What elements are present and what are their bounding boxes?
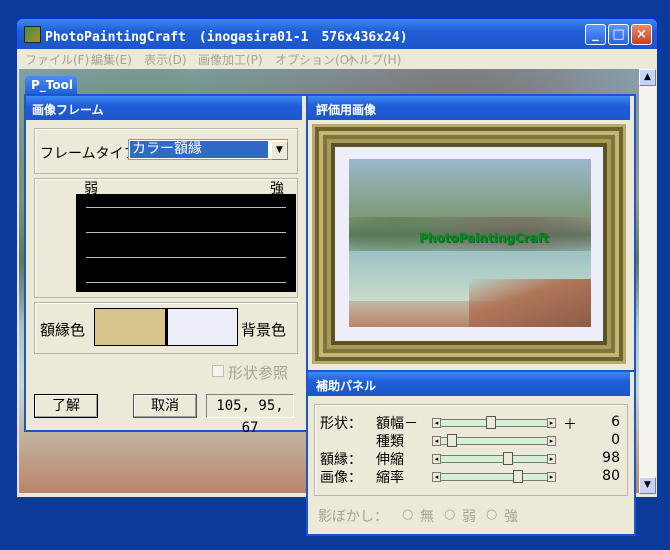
stretch-slider[interactable]: ◂ ▸: [432, 452, 556, 465]
image-group-label: 画像：: [320, 470, 362, 486]
frame-color-label: 額縁色: [40, 321, 86, 339]
slider-thumb[interactable]: [513, 470, 523, 483]
frame-color-swatch[interactable]: [94, 308, 166, 346]
slider-right-arrow-icon[interactable]: ▸: [547, 418, 556, 428]
strength-pattern-panel[interactable]: [76, 194, 296, 292]
color-value-readout: 105, 95, 67: [206, 394, 294, 436]
aux-titlebar[interactable]: 補助パネル: [308, 372, 630, 396]
menu-image-process[interactable]: 画像加工(P): [198, 51, 263, 68]
slider-left-arrow-icon[interactable]: ◂: [432, 454, 441, 464]
blur-option-none-label: 無: [420, 509, 434, 525]
frame-dialog-title: 画像フレーム: [32, 103, 104, 117]
preview-titlebar[interactable]: 評価用画像: [308, 96, 630, 120]
vertical-scrollbar[interactable]: ▲ ▼: [639, 69, 656, 494]
minimize-button[interactable]: _: [585, 24, 606, 45]
stretch-value: 98: [602, 450, 620, 466]
blur-option-strong-label: 強: [504, 509, 518, 525]
aux-panel: 補助パネル 形状： 額幅－ ◂ ▸ ＋ 6 種類 ◂ ▸ 0 額縁： 伸縮 ◂ …: [306, 370, 636, 536]
frame-type-selected-value: カラー額縁: [130, 141, 268, 158]
strength-line: [86, 207, 286, 208]
slider-right-arrow-icon[interactable]: ▸: [547, 436, 556, 446]
preview-window: 評価用画像 PhotoPaintingCraft: [306, 94, 636, 374]
scale-label: 縮率: [376, 470, 404, 486]
chevron-down-icon[interactable]: ▼: [271, 141, 288, 160]
frame-dialog: 画像フレーム フレームタイプ： カラー額縁 ▼ 弱 強 額縁色 背景色 形状参照…: [24, 94, 308, 436]
maximize-button[interactable]: □: [608, 24, 629, 45]
frame-type-row-label: 種類: [376, 434, 404, 450]
frame-type-select[interactable]: カラー額縁 ▼: [128, 139, 288, 160]
scroll-up-button[interactable]: ▲: [639, 69, 656, 86]
main-titlebar[interactable]: PhotoPaintingCraft (inogasira01-1 576x43…: [17, 19, 657, 49]
menu-edit[interactable]: 編集(E): [91, 51, 132, 68]
strength-line: [86, 232, 286, 233]
slider-left-arrow-icon[interactable]: ◂: [432, 418, 441, 428]
shape-ref-label: 形状参照: [228, 364, 289, 382]
frame-kind-value: 0: [611, 432, 620, 448]
slider-thumb[interactable]: [503, 452, 513, 465]
scale-slider[interactable]: ◂ ▸: [432, 470, 556, 483]
blur-option-weak-label: 弱: [462, 509, 476, 525]
blur-radio-strong[interactable]: ○: [486, 507, 497, 522]
ok-button-label: 了解: [52, 398, 80, 414]
frame-width-label: 額幅－: [376, 416, 418, 432]
blur-radio-weak[interactable]: ○: [444, 507, 455, 522]
scroll-down-button[interactable]: ▼: [639, 477, 656, 494]
blur-radio-none[interactable]: ○: [402, 507, 413, 522]
shape-ref-checkbox[interactable]: [212, 365, 224, 377]
preview-image-bank: [469, 279, 591, 327]
close-button[interactable]: ×: [631, 24, 652, 45]
app-icon: [24, 26, 41, 43]
frame-width-plus: ＋: [563, 417, 577, 433]
cancel-button[interactable]: 取消: [133, 394, 197, 418]
strength-line: [86, 282, 286, 283]
ok-button[interactable]: 了解: [34, 394, 98, 418]
frame-group-label: 額縁：: [320, 452, 362, 468]
ptool-tab[interactable]: P_Tool: [25, 76, 77, 94]
frame-width-value: 6: [611, 414, 620, 430]
preview-frame: PhotoPaintingCraft: [312, 124, 626, 364]
slider-right-arrow-icon[interactable]: ▸: [547, 472, 556, 482]
scale-value: 80: [602, 468, 620, 484]
frame-kind-slider[interactable]: ◂ ▸: [432, 434, 556, 447]
shape-group-label: 形状：: [320, 416, 362, 432]
menu-file[interactable]: ファイル(F): [25, 51, 89, 68]
blur-label: 影ぼかし：: [318, 509, 388, 525]
stretch-label: 伸縮: [376, 452, 404, 468]
frame-width-slider[interactable]: ◂ ▸: [432, 416, 556, 429]
slider-left-arrow-icon[interactable]: ◂: [432, 436, 441, 446]
window-title: PhotoPaintingCraft (inogasira01-1 576x43…: [45, 30, 408, 45]
preview-mat: PhotoPaintingCraft: [335, 147, 603, 341]
menu-options[interactable]: オプション(O): [275, 51, 354, 68]
slider-thumb[interactable]: [447, 434, 457, 447]
color-value-text: 105, 95, 67: [216, 398, 284, 436]
slider-right-arrow-icon[interactable]: ▸: [547, 454, 556, 464]
preview-watermark: PhotoPaintingCraft: [419, 231, 549, 245]
bg-color-swatch[interactable]: [166, 308, 238, 346]
preview-image: PhotoPaintingCraft: [349, 159, 591, 327]
ptool-tab-label: P_Tool: [31, 78, 73, 92]
bg-color-label: 背景色: [241, 321, 287, 339]
aux-title: 補助パネル: [316, 379, 377, 393]
preview-title: 評価用画像: [316, 103, 377, 117]
slider-thumb[interactable]: [486, 416, 496, 429]
preview-image-sky: [349, 159, 591, 217]
menu-view[interactable]: 表示(D): [144, 51, 187, 68]
menu-bar: ファイル(F) 編集(E) 表示(D) 画像加工(P) オプション(O) ヘルプ…: [17, 49, 657, 68]
slider-left-arrow-icon[interactable]: ◂: [432, 472, 441, 482]
strength-line: [86, 257, 286, 258]
frame-dialog-titlebar[interactable]: 画像フレーム: [26, 96, 302, 120]
menu-help[interactable]: ヘルプ(H): [347, 51, 401, 68]
cancel-button-label: 取消: [151, 398, 179, 414]
